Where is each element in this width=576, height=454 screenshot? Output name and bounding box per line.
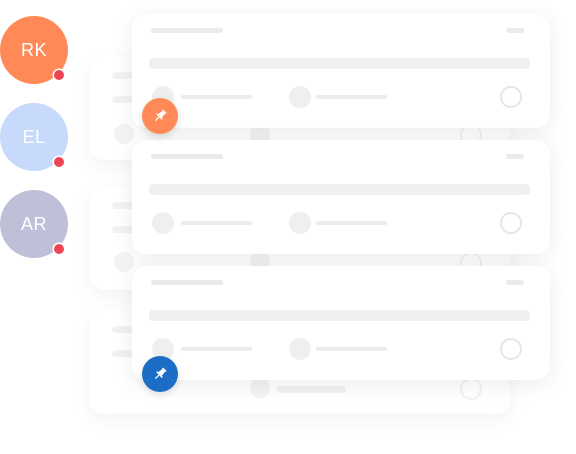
meta-placeholder xyxy=(316,221,387,225)
pushpin-icon[interactable] xyxy=(142,98,178,134)
card-tag-placeholder xyxy=(506,28,524,33)
notification-dot xyxy=(54,157,64,167)
meta-placeholder xyxy=(181,221,252,225)
notification-card[interactable] xyxy=(132,14,550,128)
pushpin-icon xyxy=(155,367,167,379)
notification-dot xyxy=(54,244,64,254)
select-radio[interactable] xyxy=(500,86,522,108)
user-avatar-el[interactable]: EL xyxy=(0,103,68,171)
card-title-placeholder xyxy=(151,154,223,159)
avatar-placeholder xyxy=(289,86,311,108)
notification-card[interactable] xyxy=(132,140,550,254)
avatar-placeholder xyxy=(289,338,311,360)
avatar-initials: AR xyxy=(20,213,47,234)
notification-stack-illustration: RK EL AR xyxy=(0,0,576,454)
pushpin-icon[interactable] xyxy=(142,356,178,392)
select-radio[interactable] xyxy=(500,212,522,234)
user-avatar-ar[interactable]: AR xyxy=(0,190,68,258)
card-title-placeholder xyxy=(151,28,223,33)
pushpin-icon xyxy=(155,109,167,121)
avatar-initials: EL xyxy=(22,126,46,147)
card-content-placeholder xyxy=(149,184,530,195)
card-content-placeholder xyxy=(149,310,530,321)
avatar-initials: RK xyxy=(20,39,47,60)
meta-placeholder xyxy=(316,95,387,99)
meta-placeholder xyxy=(181,95,252,99)
avatar-placeholder xyxy=(152,212,174,234)
meta-placeholder xyxy=(316,347,387,351)
notification-dot xyxy=(54,70,64,80)
card-title-placeholder xyxy=(151,280,223,285)
card-content-placeholder xyxy=(149,58,530,69)
user-avatar-rk[interactable]: RK xyxy=(0,16,68,84)
card-tag-placeholder xyxy=(506,154,524,159)
card-tag-placeholder xyxy=(506,280,524,285)
avatar-placeholder xyxy=(289,212,311,234)
notification-card[interactable] xyxy=(132,266,550,380)
meta-placeholder xyxy=(181,347,252,351)
select-radio[interactable] xyxy=(500,338,522,360)
